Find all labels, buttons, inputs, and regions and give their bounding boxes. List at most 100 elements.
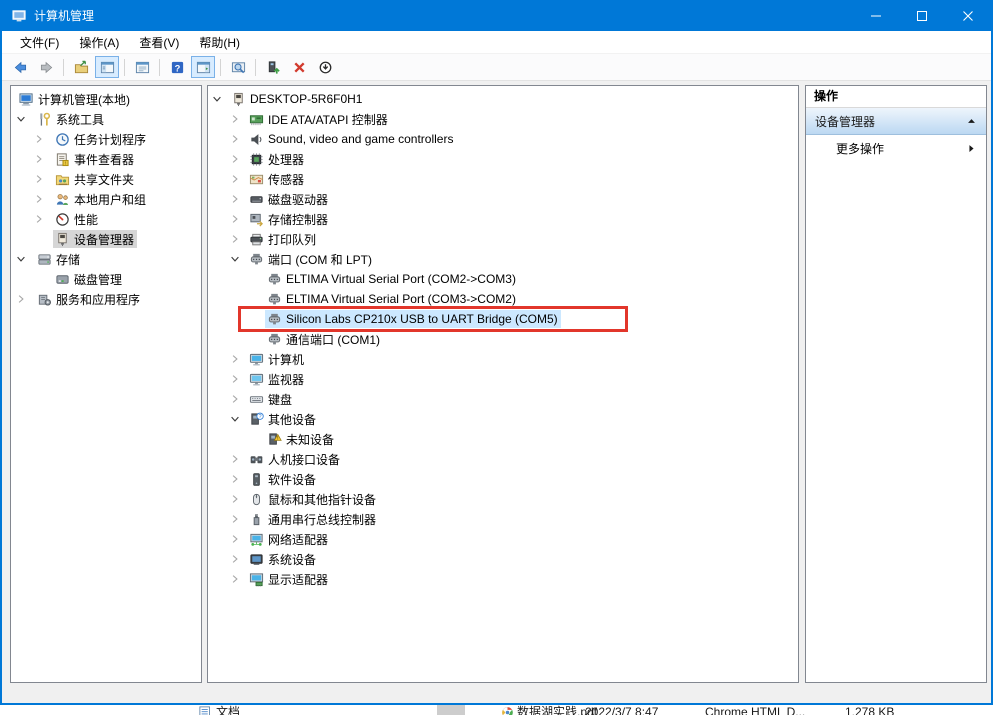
chevron-collapsed-icon[interactable] xyxy=(229,473,247,485)
show-action-pane-button[interactable] xyxy=(191,56,215,78)
menu-item[interactable]: 帮助(H) xyxy=(189,31,250,53)
chevron-collapsed-icon[interactable] xyxy=(229,393,247,405)
tree-item-body[interactable]: 鼠标和其他指针设备 xyxy=(247,490,379,508)
tree-item[interactable]: 显示适配器 xyxy=(208,569,798,589)
tree-item-body[interactable]: 计算机 xyxy=(247,350,307,368)
tree-item-body[interactable]: ELTIMA Virtual Serial Port (COM2->COM3) xyxy=(265,270,519,288)
chevron-collapsed-icon[interactable] xyxy=(229,113,247,125)
tree-item[interactable]: Sound, video and game controllers xyxy=(208,129,798,149)
tree-item[interactable]: 鼠标和其他指针设备 xyxy=(208,489,798,509)
console-window-button[interactable] xyxy=(226,56,250,78)
tree-item-body[interactable]: 软件设备 xyxy=(247,470,319,488)
tree-item[interactable]: 存储控制器 xyxy=(208,209,798,229)
chevron-collapsed-icon[interactable] xyxy=(33,193,53,205)
background-scrollbar[interactable] xyxy=(437,705,465,715)
chevron-collapsed-icon[interactable] xyxy=(33,213,53,225)
tree-item[interactable]: 键盘 xyxy=(208,389,798,409)
title-bar[interactable]: 计算机管理 xyxy=(2,0,991,31)
tree-item[interactable]: 共享文件夹 xyxy=(11,169,201,189)
collapse-icon[interactable] xyxy=(965,114,977,129)
tree-item[interactable]: 计算机管理(本地) xyxy=(11,89,201,109)
chevron-collapsed-icon[interactable] xyxy=(15,293,35,305)
tree-item[interactable]: 系统设备 xyxy=(208,549,798,569)
tree-item[interactable]: 软件设备 xyxy=(208,469,798,489)
tree-item[interactable]: 端口 (COM 和 LPT) xyxy=(208,249,798,269)
show-console-tree-button[interactable] xyxy=(95,56,119,78)
tree-item-body[interactable]: 任务计划程序 xyxy=(53,130,149,148)
menu-item[interactable]: 文件(F) xyxy=(10,31,69,53)
disable-device-button[interactable] xyxy=(313,56,337,78)
chevron-expanded-icon[interactable] xyxy=(211,93,229,105)
chevron-collapsed-icon[interactable] xyxy=(229,353,247,365)
tree-item-body[interactable]: 系统设备 xyxy=(247,550,319,568)
background-folder-label[interactable]: 文档 xyxy=(216,705,240,715)
tree-item-body[interactable]: ELTIMA Virtual Serial Port (COM3->COM2) xyxy=(265,290,519,308)
tree-item-body[interactable]: 监视器 xyxy=(247,370,307,388)
forward-button[interactable] xyxy=(34,56,58,78)
tree-item-body[interactable]: 设备管理器 xyxy=(53,230,137,248)
tree-item-body[interactable]: !未知设备 xyxy=(265,430,337,448)
tree-item-body[interactable]: 传感器 xyxy=(247,170,307,188)
chevron-expanded-icon[interactable] xyxy=(15,113,35,125)
tree-item[interactable]: ELTIMA Virtual Serial Port (COM2->COM3) xyxy=(208,269,798,289)
tree-item-body[interactable]: 端口 (COM 和 LPT) xyxy=(247,250,375,268)
tree-item-body[interactable]: 打印队列 xyxy=(247,230,319,248)
tree-item-body[interactable]: 计算机管理(本地) xyxy=(17,90,133,108)
help-button[interactable]: ? xyxy=(165,56,189,78)
chevron-collapsed-icon[interactable] xyxy=(229,453,247,465)
chevron-collapsed-icon[interactable] xyxy=(229,213,247,225)
tree-item-body[interactable]: !事件查看器 xyxy=(53,150,137,168)
tree-item-body[interactable]: DESKTOP-5R6F0H1 xyxy=(229,90,365,108)
chevron-collapsed-icon[interactable] xyxy=(229,373,247,385)
tree-item[interactable]: 打印队列 xyxy=(208,229,798,249)
tree-item[interactable]: ELTIMA Virtual Serial Port (COM3->COM2) xyxy=(208,289,798,309)
back-button[interactable] xyxy=(8,56,32,78)
tree-item-body[interactable]: 存储控制器 xyxy=(247,210,331,228)
tree-item[interactable]: !未知设备 xyxy=(208,429,798,449)
tree-item[interactable]: 监视器 xyxy=(208,369,798,389)
chevron-collapsed-icon[interactable] xyxy=(229,193,247,205)
properties-button[interactable] xyxy=(130,56,154,78)
chevron-collapsed-icon[interactable] xyxy=(33,173,53,185)
chevron-expanded-icon[interactable] xyxy=(229,413,247,425)
tree-item-body[interactable]: 磁盘驱动器 xyxy=(247,190,331,208)
tree-item-body[interactable]: Silicon Labs CP210x USB to UART Bridge (… xyxy=(265,310,561,328)
tree-item[interactable]: IDE ATA/ATAPI 控制器 xyxy=(208,109,798,129)
tree-item[interactable]: 网络适配器 xyxy=(208,529,798,549)
tree-item-body[interactable]: 通信端口 (COM1) xyxy=(265,330,383,348)
tree-item[interactable]: 计算机 xyxy=(208,349,798,369)
chevron-collapsed-icon[interactable] xyxy=(229,573,247,585)
chevron-collapsed-icon[interactable] xyxy=(229,533,247,545)
more-actions-item[interactable]: 更多操作 xyxy=(806,135,986,161)
tree-item-body[interactable]: 系统工具 xyxy=(35,110,107,128)
maximize-button[interactable] xyxy=(899,0,945,31)
tree-item[interactable]: 人机接口设备 xyxy=(208,449,798,469)
tree-item-body[interactable]: ?其他设备 xyxy=(247,410,319,428)
tree-item-body[interactable]: 人机接口设备 xyxy=(247,450,343,468)
tree-item-body[interactable]: Sound, video and game controllers xyxy=(247,130,456,148)
tree-item-body[interactable]: 处理器 xyxy=(247,150,307,168)
minimize-button[interactable] xyxy=(853,0,899,31)
tree-item-body[interactable]: 共享文件夹 xyxy=(53,170,137,188)
menu-item[interactable]: 查看(V) xyxy=(129,31,189,53)
tree-item-body[interactable]: 网络适配器 xyxy=(247,530,331,548)
tree-item[interactable]: ?其他设备 xyxy=(208,409,798,429)
tree-item[interactable]: 服务和应用程序 xyxy=(11,289,201,309)
tree-item[interactable]: 设备管理器 xyxy=(11,229,201,249)
tree-item-body[interactable]: 性能 xyxy=(53,210,101,228)
tree-item[interactable]: 磁盘管理 xyxy=(11,269,201,289)
tree-item[interactable]: 传感器 xyxy=(208,169,798,189)
tree-item[interactable]: 通信端口 (COM1) xyxy=(208,329,798,349)
scan-hardware-button[interactable] xyxy=(261,56,285,78)
tree-item[interactable]: !事件查看器 xyxy=(11,149,201,169)
chevron-collapsed-icon[interactable] xyxy=(33,153,53,165)
tree-item[interactable]: 磁盘驱动器 xyxy=(208,189,798,209)
menu-item[interactable]: 操作(A) xyxy=(69,31,129,53)
chevron-collapsed-icon[interactable] xyxy=(229,153,247,165)
actions-section-header[interactable]: 设备管理器 xyxy=(806,108,986,135)
uninstall-device-button[interactable] xyxy=(287,56,311,78)
tree-item-body[interactable]: IDE ATA/ATAPI 控制器 xyxy=(247,110,391,128)
tree-item[interactable]: 性能 xyxy=(11,209,201,229)
chevron-collapsed-icon[interactable] xyxy=(229,513,247,525)
tree-item-body[interactable]: 本地用户和组 xyxy=(53,190,149,208)
